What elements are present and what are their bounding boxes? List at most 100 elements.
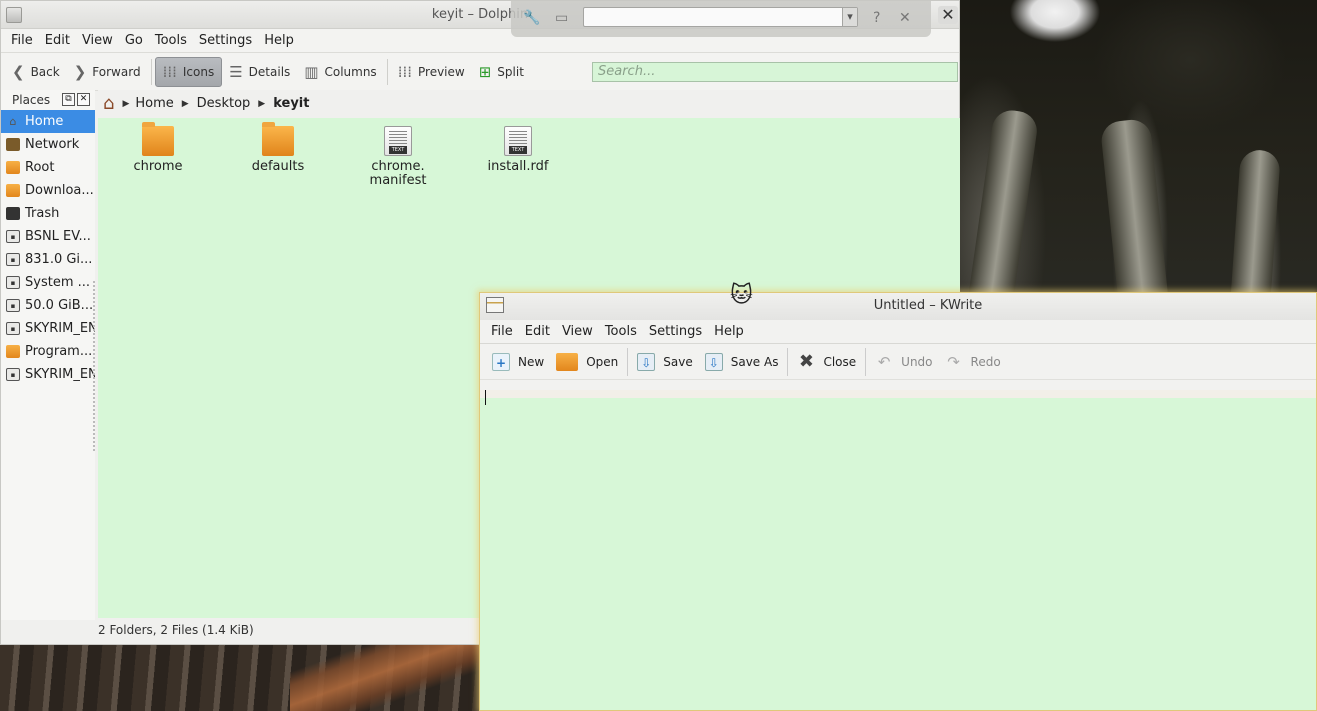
file-name: chrome. manifest	[369, 159, 427, 188]
home-icon[interactable]: ⌂	[103, 93, 114, 114]
close-icon: ✖	[798, 350, 814, 372]
menu-settings[interactable]: Settings	[643, 324, 708, 339]
search-input[interactable]: Search...	[592, 62, 958, 82]
place-label: System ...	[25, 275, 91, 290]
save-as-icon: ⇩	[704, 352, 723, 371]
place-system[interactable]: ▪ System ...	[1, 271, 95, 294]
wallpaper-trees	[960, 0, 1317, 323]
details-view-icon: ☰	[229, 62, 243, 81]
new-button[interactable]: + New	[486, 348, 550, 376]
place-downloads[interactable]: Downloa...	[1, 179, 95, 202]
place-home[interactable]: ⌂ Home	[1, 110, 95, 133]
place-skyrim-2[interactable]: ▪ SKYRIM_EN	[1, 363, 95, 386]
undo-button[interactable]: ↶ Undo	[869, 348, 938, 376]
titlebar-combo[interactable]	[583, 7, 858, 27]
file-item-defaults[interactable]: defaults	[228, 122, 328, 174]
menu-settings[interactable]: Settings	[193, 33, 258, 48]
menu-go[interactable]: Go	[119, 33, 149, 48]
breadcrumb-desktop[interactable]: Desktop	[197, 96, 251, 111]
image-icon[interactable]: ▭	[555, 10, 571, 26]
menu-view[interactable]: View	[556, 324, 599, 339]
place-label: SKYRIM_EN	[25, 367, 95, 382]
place-label: Program...	[25, 344, 93, 359]
place-network[interactable]: Network	[1, 133, 95, 156]
menu-tools[interactable]: Tools	[149, 33, 193, 48]
text-cursor	[485, 390, 486, 405]
preview-label: Preview	[418, 64, 465, 79]
breadcrumb-current[interactable]: keyit	[273, 96, 309, 111]
menu-file[interactable]: File	[5, 33, 39, 48]
wallpaper-rail	[290, 645, 480, 711]
details-view-button[interactable]: ☰ Details	[222, 57, 297, 87]
place-program[interactable]: Program...	[1, 340, 95, 363]
place-50gib[interactable]: ▪ 50.0 GiB...	[1, 294, 95, 317]
toolbar-separator	[787, 347, 789, 376]
save-button[interactable]: ⇩ Save	[631, 348, 698, 376]
icons-view-button[interactable]: ⁞⁞⁞ Icons	[154, 56, 223, 87]
place-skyrim-1[interactable]: ▪ SKYRIM_EN	[1, 317, 95, 340]
split-icon: ⊞	[478, 62, 492, 81]
preview-button[interactable]: ⁞⁞⁞ Preview	[391, 57, 472, 87]
toolbar-separator	[150, 58, 152, 85]
close-icon[interactable]: ✕	[899, 10, 915, 26]
trash-icon	[6, 207, 20, 220]
kwrite-titlebar[interactable]: 🐱 Untitled – KWrite	[480, 283, 1316, 320]
place-bsnl[interactable]: ▪ BSNL EV...	[1, 225, 95, 248]
menu-edit[interactable]: Edit	[39, 33, 76, 48]
place-label: 831.0 Gi...	[25, 252, 93, 267]
drive-icon: ▪	[6, 368, 20, 381]
folder-icon	[262, 122, 294, 156]
split-label: Split	[497, 64, 524, 79]
dolphin-close-button[interactable]: ✕	[938, 6, 958, 24]
save-label: Save	[663, 354, 693, 369]
menu-view[interactable]: View	[76, 33, 119, 48]
place-label: SKYRIM_EN	[25, 321, 95, 336]
file-item-chrome[interactable]: chrome	[108, 122, 208, 174]
place-label: Downloa...	[25, 183, 94, 198]
close-button[interactable]: ✖ Close	[791, 348, 862, 376]
columns-view-button[interactable]: ▥ Columns	[297, 57, 383, 87]
preview-icon: ⁞⁞⁞	[397, 62, 412, 81]
text-editor[interactable]	[480, 390, 1316, 710]
toolbar-separator	[865, 347, 867, 376]
help-icon[interactable]: ?	[873, 10, 889, 26]
breadcrumb-home[interactable]: Home	[135, 96, 173, 111]
chevron-right-icon[interactable]: ▶	[182, 99, 189, 109]
file-item-install-rdf[interactable]: install.rdf	[468, 122, 568, 174]
wrench-icon[interactable]: 🔧	[523, 10, 540, 26]
menu-edit[interactable]: Edit	[519, 324, 556, 339]
chevron-right-icon[interactable]: ▶	[122, 99, 129, 109]
place-831gib[interactable]: ▪ 831.0 Gi...	[1, 248, 95, 271]
icons-label: Icons	[182, 64, 215, 79]
menu-help[interactable]: Help	[258, 33, 300, 48]
undo-label: Undo	[901, 354, 933, 369]
network-icon	[6, 138, 20, 151]
save-icon: ⇩	[637, 352, 656, 371]
chevron-right-icon[interactable]: ▶	[258, 99, 265, 109]
arrow-left-icon: ❮	[12, 62, 25, 81]
open-button[interactable]: Open	[550, 348, 624, 376]
file-item-chrome-manifest[interactable]: chrome. manifest	[348, 122, 448, 188]
places-header: Places ⧉ ✕	[1, 90, 95, 110]
forward-button[interactable]: ❯ Forward	[67, 57, 148, 87]
menu-tools[interactable]: Tools	[599, 324, 643, 339]
drive-icon: ▪	[6, 299, 20, 312]
kwrite-menubar: File Edit View Tools Settings Help	[480, 320, 1316, 344]
place-trash[interactable]: Trash	[1, 202, 95, 225]
menu-file[interactable]: File	[485, 324, 519, 339]
home-icon: ⌂	[9, 115, 17, 128]
place-root[interactable]: Root	[1, 156, 95, 179]
text-file-icon	[504, 126, 532, 156]
status-bar: 2 Folders, 2 Files (1.4 KiB)	[98, 623, 254, 637]
menu-help[interactable]: Help	[708, 324, 750, 339]
back-button[interactable]: ❮ Back	[5, 57, 67, 87]
folder-icon	[6, 161, 20, 174]
kwrite-window: 🐱 Untitled – KWrite File Edit View Tools…	[479, 283, 1317, 711]
panel-resize-handle[interactable]	[93, 281, 97, 451]
redo-button[interactable]: ↷ Redo	[939, 348, 1007, 376]
undock-icon[interactable]: ⧉	[62, 93, 75, 106]
save-as-button[interactable]: ⇩ Save As	[699, 348, 785, 376]
close-panel-icon[interactable]: ✕	[77, 93, 90, 106]
split-button[interactable]: ⊞ Split	[472, 57, 531, 87]
folder-icon	[6, 345, 20, 358]
